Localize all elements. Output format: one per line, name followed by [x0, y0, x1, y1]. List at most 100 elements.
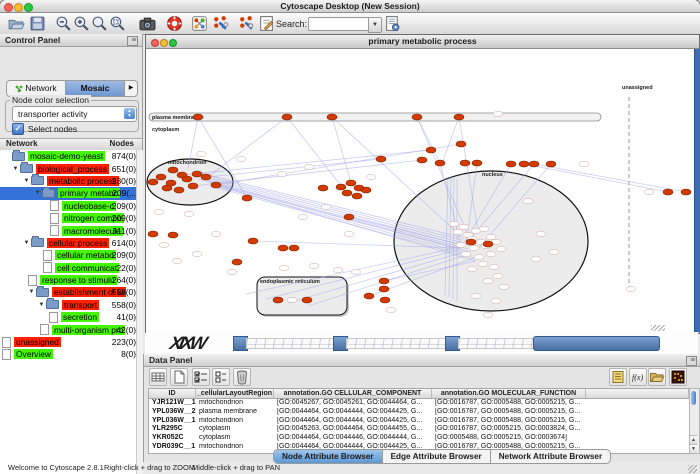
table-row[interactable]: YLR295Ccytoplasm[GO:0045263, GO:0044464,…	[149, 425, 689, 434]
float-panel-icon[interactable]	[686, 356, 697, 366]
close-window-icon[interactable]	[4, 3, 13, 12]
network-node[interactable]	[681, 189, 691, 195]
table-cell[interactable]: cytoplasm	[196, 425, 274, 434]
tree-row[interactable]: cell communicat22(0)	[0, 262, 142, 274]
network-node[interactable]	[302, 297, 312, 303]
network-node[interactable]	[336, 184, 346, 190]
network-node[interactable]	[466, 239, 476, 245]
table-cell[interactable]: mitochondrion	[196, 443, 274, 452]
save-session-icon[interactable]	[29, 15, 46, 32]
node-label-oval[interactable]	[344, 231, 354, 236]
col-cellular-layout-region[interactable]: _cellularLayoutRegion	[196, 389, 274, 398]
network-node[interactable]	[519, 161, 529, 167]
node-label-oval[interactable]	[536, 231, 546, 236]
region-plasma-membrane[interactable]	[149, 113, 601, 121]
search-options-icon[interactable]	[384, 15, 401, 32]
node-label-oval[interactable]	[478, 261, 488, 266]
table-cell[interactable]: [GO:0016787, GO:0005215, GO:0003824, G..…	[432, 425, 586, 434]
zoom-selected-icon[interactable]	[109, 15, 126, 32]
zoom-window-icon[interactable]	[24, 3, 33, 12]
delete-attribute-icon[interactable]	[192, 368, 210, 386]
tree-row[interactable]: ▼establishment of lo558(0)	[0, 286, 142, 298]
network-node[interactable]	[156, 174, 166, 180]
network-node[interactable]	[168, 167, 178, 173]
network-node[interactable]	[346, 180, 356, 186]
tree-row[interactable]: ▼cellular process614(0)	[0, 237, 142, 249]
network-node[interactable]	[546, 161, 556, 167]
table-cell[interactable]: cytoplasm	[196, 434, 274, 443]
network-node[interactable]	[454, 114, 464, 120]
node-label-oval[interactable]	[467, 266, 477, 271]
minimize-view-icon[interactable]	[160, 39, 168, 47]
node-label-oval[interactable]	[333, 267, 343, 272]
close-view-icon[interactable]	[151, 39, 159, 47]
background-window-titlebar[interactable]	[533, 336, 660, 351]
network-edge[interactable]	[208, 117, 287, 177]
table-cell[interactable]: YJR121W__1	[149, 399, 196, 408]
tree-row[interactable]: ▼metabolic process280(0)	[0, 175, 142, 187]
table-cell[interactable]: mitochondrion	[196, 417, 274, 426]
tree-row[interactable]: nitrogen compo209(0)	[0, 212, 142, 224]
tree-row[interactable]: macromolecule311(0)	[0, 224, 142, 236]
node-label-oval[interactable]	[196, 151, 206, 156]
network-node[interactable]	[460, 160, 470, 166]
zoom-out-icon[interactable]	[55, 15, 72, 32]
node-label-oval[interactable]	[386, 307, 396, 312]
network-canvas[interactable]: plasma membranecytoplasmmitochondrionnuc…	[146, 49, 693, 332]
node-label-oval[interactable]	[493, 111, 503, 116]
snapshot-icon[interactable]	[139, 15, 156, 32]
tab-network[interactable]: Network	[7, 81, 66, 96]
network-edge[interactable]	[442, 117, 459, 163]
node-label-oval[interactable]	[321, 204, 331, 209]
view-resize-grip[interactable]	[651, 325, 665, 331]
trash-icon[interactable]	[233, 368, 251, 386]
network-node[interactable]	[426, 147, 436, 153]
network-node[interactable]	[278, 245, 288, 251]
tree-row[interactable]: response to stimulu264(0)	[0, 274, 142, 286]
minimize-window-icon[interactable]	[14, 3, 23, 12]
scroll-up-icon[interactable]: ▲	[690, 435, 697, 444]
node-label-oval[interactable]	[626, 286, 636, 291]
node-label-oval[interactable]	[499, 284, 509, 289]
node-label-oval[interactable]	[471, 293, 481, 298]
network-node[interactable]	[379, 278, 389, 284]
network-node[interactable]	[435, 160, 445, 166]
tree-row[interactable]: unassigned223(0)	[0, 336, 142, 348]
node-label-oval[interactable]	[172, 258, 182, 263]
search-input[interactable]	[308, 17, 372, 31]
network-node[interactable]	[529, 161, 539, 167]
node-label-oval[interactable]	[469, 245, 479, 250]
node-label-oval[interactable]	[493, 273, 503, 278]
table-cell[interactable]: YLR295C	[149, 425, 196, 434]
help-icon[interactable]	[166, 15, 183, 32]
tree-row[interactable]: ▼biological_process651(0)	[0, 162, 142, 174]
tree-scrollbar[interactable]	[136, 150, 143, 474]
more-tabs-icon[interactable]: ▶	[125, 81, 137, 96]
zoom-fit-icon[interactable]	[91, 15, 108, 32]
network-edge[interactable]	[182, 150, 431, 175]
table-cell[interactable]	[586, 399, 689, 408]
node-label-oval[interactable]	[366, 174, 376, 179]
node-label-oval[interactable]	[644, 189, 654, 194]
attribute-list-icon[interactable]	[212, 368, 230, 386]
table-scrollbar[interactable]: ▲ ▼	[689, 388, 700, 454]
network-node[interactable]	[273, 297, 283, 303]
zoom-view-icon[interactable]	[169, 39, 177, 47]
network-edge[interactable]	[332, 117, 351, 183]
disclosure-triangle-icon[interactable]: ▼	[11, 166, 20, 172]
node-label-oval[interactable]	[486, 234, 496, 239]
window-resize-grip[interactable]	[688, 465, 697, 473]
tree-row[interactable]: nucleobase-c209(0)	[0, 200, 142, 212]
network-node[interactable]	[232, 259, 242, 265]
node-color-dropdown[interactable]: transporter activity ▲▼	[12, 106, 137, 122]
network-node[interactable]	[188, 183, 198, 189]
table-row[interactable]: YJR121W__1mitochondrion[GO:0045267, GO:0…	[149, 399, 689, 408]
network-node[interactable]	[193, 114, 203, 120]
network-node[interactable]	[663, 189, 673, 195]
table-cell[interactable]: plasma membrane	[196, 408, 274, 417]
disclosure-triangle-icon[interactable]: ▼	[37, 302, 46, 308]
network-node[interactable]	[168, 232, 178, 238]
node-label-oval[interactable]	[456, 242, 466, 247]
tree-row[interactable]: secretion41(0)	[0, 311, 142, 323]
node-label-oval[interactable]	[227, 269, 237, 274]
